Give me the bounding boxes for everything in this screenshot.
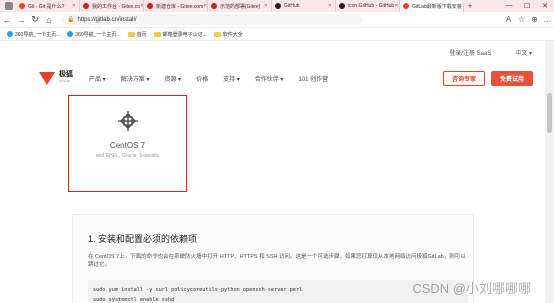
home-icon[interactable]: ⌂ [42, 15, 56, 25]
bookmark-email-login[interactable]: 邮箱登录电子认证... [153, 31, 207, 38]
tab-label: 新建仓库 - Gitee.com [156, 3, 204, 10]
bookmark-home[interactable]: 首页 [127, 31, 147, 38]
more-menu-icon[interactable]: … [541, 15, 554, 24]
menu-camp[interactable]: 101 创作营 [298, 74, 328, 83]
minimize-icon[interactable]: — [500, 2, 518, 10]
favorite-star-icon[interactable]: ☆ [515, 15, 528, 24]
back-icon[interactable]: ← [0, 15, 14, 25]
step-description: 在 CentOS 7上，下面的命令也会在系统防火墙中打开 HTTP、HTTPS … [88, 254, 466, 268]
tab-label: 我的工作台 - Gitee.co [92, 3, 141, 10]
menu-partners[interactable]: 合作伙伴 ▾ [255, 74, 284, 83]
maximize-icon[interactable]: ☐ [518, 2, 536, 10]
centos-icon [117, 111, 138, 131]
address-bar-actions: A ☆ ⊕ … [502, 15, 554, 24]
tab-gitee-workbench[interactable]: 我的工作台 - Gitee.co ✕ [80, 0, 144, 12]
window-controls: — ☐ ✕ [500, 2, 554, 10]
tab-label: 示范的部署(Gitee) [220, 3, 261, 10]
read-aloud-icon[interactable]: A [502, 15, 515, 24]
card-subtitle: and RHEL, Oracle, Scientific [95, 153, 160, 159]
code-line: sudo yum install -y curl policycoreutils… [93, 287, 303, 293]
tab-gitee-new-repo[interactable]: 新建仓库 - Gitee.com ✕ [144, 0, 208, 12]
browser-tab-bar: Git - Git 是什么? ✕ 我的工作台 - Gitee.co ✕ 新建仓库 -… [0, 0, 554, 12]
card-title: CentOS 7 [109, 141, 146, 150]
bookmarks-bar: 360导航_一个主页... 360导航_一个主页... 首页 邮箱登录电子认证.… [0, 28, 554, 41]
tab-label: GitHub [284, 3, 300, 9]
menu-solutions[interactable]: 解决方案 ▾ [121, 74, 150, 83]
reload-icon[interactable]: ↻ [28, 14, 42, 25]
scrollbar-thumb[interactable] [547, 93, 552, 133]
top-links: 登录/注册 SaaS 中文 ▾ [437, 48, 532, 57]
tab-label: icon GitHub - GitHub [348, 3, 395, 9]
url-input[interactable]: 🔒 https://gitlab.cn/install/ [62, 14, 362, 25]
logo-name: 极狐 [59, 71, 73, 78]
logo-text: 极狐 GITLAB [59, 71, 73, 85]
page-content: 登录/注册 SaaS 中文 ▾ 极狐 GITLAB 产品 ▾ 解决方案 ▾ 资源 … [0, 41, 545, 303]
menu-pricing[interactable]: 价格 [196, 74, 208, 83]
language-select[interactable]: 中文 ▾ [503, 48, 532, 57]
menu-support[interactable]: 支持 ▾ [223, 74, 240, 83]
login-link[interactable]: 登录/注册 SaaS [449, 48, 491, 57]
bookmark-360-nav-2[interactable]: 360导航_一个主页... [67, 31, 121, 38]
extensions-icon[interactable]: ⊕ [528, 15, 541, 24]
centos-card-inner: CentOS 7 and RHEL, Oracle, Scientific [79, 104, 176, 184]
close-tab-icon[interactable]: ✕ [72, 3, 76, 9]
centos-card[interactable]: CentOS 7 and RHEL, Oracle, Scientific [68, 95, 187, 192]
page-scrollbar[interactable] [545, 41, 554, 303]
tab-favicon [339, 3, 345, 9]
folder-icon [213, 31, 221, 37]
tab-favicon [83, 3, 89, 9]
fox-logo-icon [39, 71, 55, 85]
tab-favicon [403, 3, 409, 9]
tab-favicon [19, 3, 25, 9]
tab-gitee-deploy[interactable]: 示范的部署(Gitee) ✕ [208, 0, 272, 12]
tab-git[interactable]: Git - Git 是什么? ✕ [16, 0, 80, 12]
360-icon [7, 31, 13, 37]
bookmark-label: 邮箱登录电子认证... [162, 31, 207, 38]
tab-favicon [275, 3, 281, 9]
free-trial-button[interactable]: 免费试用 [491, 70, 533, 86]
tab-github[interactable]: GitHub ✕ [272, 0, 336, 12]
bookmark-label: 软件大全 [222, 31, 243, 38]
tab-gitlab-install[interactable]: GitLab最新版下载安装✕ [400, 0, 464, 12]
tab-label: GitLab最新版下载安装 [412, 3, 462, 10]
close-tab-icon[interactable]: ✕ [264, 3, 268, 9]
site-header: 极狐 GITLAB 产品 ▾ 解决方案 ▾ 资源 ▾ 价格 支持 ▾ 合作伙伴 ▾… [0, 65, 545, 91]
tab-favicon [147, 3, 153, 9]
logo-subtext: GITLAB [59, 79, 70, 83]
consult-expert-button[interactable]: 咨询专家 [443, 70, 485, 86]
bookmark-360-nav[interactable]: 360导航_一个主页... [7, 31, 60, 38]
close-tab-icon[interactable]: ✕ [328, 3, 332, 9]
close-tab-icon[interactable]: ✕ [203, 3, 207, 9]
bookmark-label: 360导航_一个主页... [75, 31, 121, 38]
gitlab-logo[interactable]: 极狐 GITLAB [39, 71, 73, 85]
tab-favicon [211, 3, 217, 9]
tab-github-icon[interactable]: icon GitHub - GitHub ✕ [336, 0, 400, 12]
step-title: 1. 安装和配置必须的依赖项 [88, 234, 198, 244]
language-label: 中文 [515, 51, 528, 57]
close-tab-icon[interactable]: ✕ [394, 3, 398, 9]
tab-label: Git - Git 是什么? [28, 3, 65, 10]
folder-icon [127, 31, 135, 37]
url-text: https://gitlab.cn/install/ [77, 16, 137, 23]
browser-menu-icon[interactable] [5, 2, 13, 10]
360-icon [67, 31, 74, 37]
bookmark-software[interactable]: 软件大全 [213, 31, 243, 38]
close-window-icon[interactable]: ✕ [536, 2, 554, 10]
bookmark-label: 360导航_一个主页... [15, 31, 61, 38]
folder-icon [153, 31, 161, 37]
new-tab-button[interactable]: + [464, 1, 476, 11]
csdn-watermark: CSDN @小刘哪哪哪 [412, 281, 531, 296]
address-bar-row: ← → ↻ ⌂ 🔒 https://gitlab.cn/install/ A ☆… [0, 12, 554, 28]
bookmark-label: 首页 [136, 31, 147, 38]
menu-resources[interactable]: 资源 ▾ [164, 74, 181, 83]
main-menu: 产品 ▾ 解决方案 ▾ 资源 ▾ 价格 支持 ▾ 合作伙伴 ▾ 101 创作营 [89, 74, 343, 83]
code-line: sudo systemctl enable sshd [93, 297, 175, 303]
code-block[interactable]: sudo yum install -y curl policycoreutils… [88, 280, 468, 303]
forward-icon[interactable]: → [14, 15, 28, 25]
lock-icon: 🔒 [67, 17, 75, 23]
menu-products[interactable]: 产品 ▾ [89, 74, 106, 83]
